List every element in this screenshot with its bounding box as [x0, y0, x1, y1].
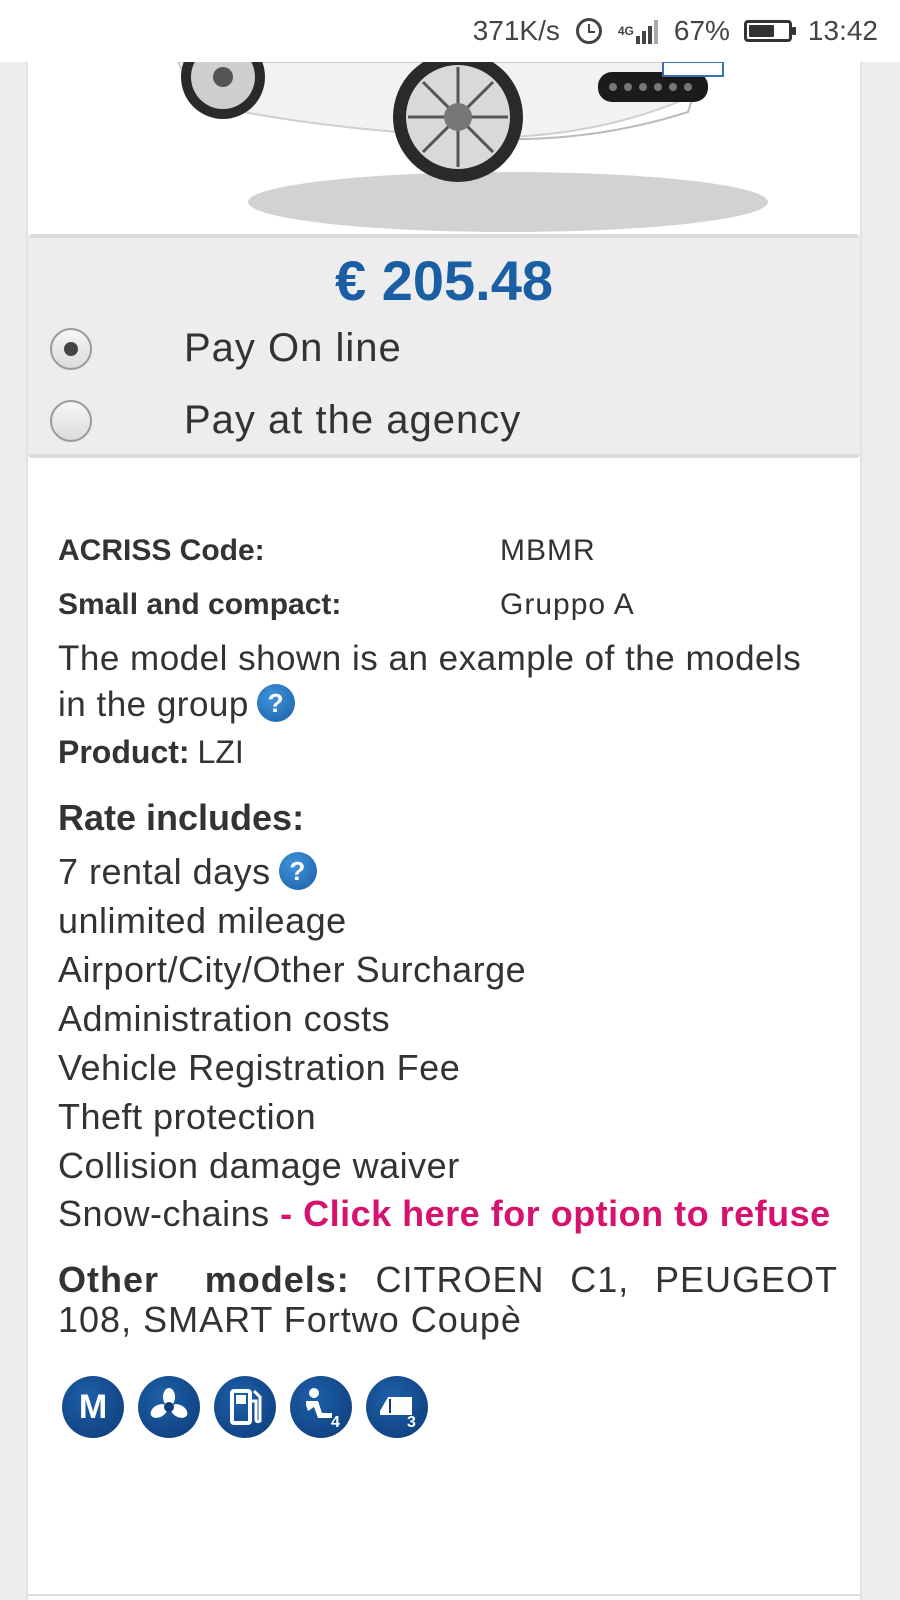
spec-row-group: Small and compact: Gruppo A [58, 578, 838, 632]
acriss-label: ACRISS Code: [58, 534, 265, 567]
rate-item: unlimited mileage [58, 900, 347, 941]
signal-icon: 4G [618, 18, 658, 44]
other-models: Other models: CITROEN C1, PEUGEOT 108, S… [58, 1260, 838, 1340]
payment-option-agency[interactable]: Pay at the agency [50, 398, 521, 443]
model-note-text: The model shown is an example of the mod… [58, 639, 802, 724]
offer-card: € 205.48 Pay On line Pay at the agency A… [26, 62, 862, 1600]
rate-item: Collision damage waiver [58, 1145, 460, 1186]
snow-chains-item: Snow-chains - Click here for option to r… [58, 1194, 838, 1234]
group-value: Gruppo A [500, 588, 635, 621]
refuse-snow-chains-link[interactable]: - Click here for option to refuse [280, 1193, 831, 1234]
rate-includes-list: 7 rental days? unlimited mileage Airport… [58, 847, 838, 1234]
seats-count: 4 [331, 1414, 340, 1429]
fuel-pump-icon [214, 1376, 276, 1438]
doors-3-icon: 3 [366, 1376, 428, 1438]
rental-days-item: 7 rental days? [58, 847, 838, 896]
air-conditioning-icon [138, 1376, 200, 1438]
rate-item: Administration costs [58, 998, 391, 1039]
rate-includes-title: Rate includes: [58, 797, 305, 838]
network-type: 4G [617, 24, 634, 38]
pay-agency-label[interactable]: Pay at the agency [184, 398, 521, 443]
total-price: € 205.48 [335, 249, 553, 312]
battery-percent: 67% [673, 15, 730, 46]
pay-agency-radio[interactable] [50, 399, 92, 442]
doors-count: 3 [407, 1414, 416, 1429]
rate-item: Airport/City/Other Surcharge [58, 949, 527, 990]
price-panel: € 205.48 Pay On line Pay at the agency [28, 234, 860, 458]
group-label: Small and compact: [58, 588, 342, 621]
rental-days-text: 7 rental days [58, 851, 271, 892]
divider [28, 1594, 860, 1596]
status-bar: 371K/s 4G 67% 13:42 [0, 0, 900, 62]
pay-online-radio[interactable] [50, 327, 92, 370]
acriss-value: MBMR [500, 534, 596, 567]
feature-icons: M 4 3 [62, 1376, 838, 1438]
payment-option-online[interactable]: Pay On line [50, 326, 402, 371]
spec-row-acriss: ACRISS Code: MBMR [58, 524, 838, 578]
manual-transmission-icon: M [62, 1376, 124, 1438]
clock: 13:42 [807, 15, 878, 46]
product-label: Product: [58, 734, 190, 770]
battery-icon [743, 20, 796, 42]
rate-item: Vehicle Registration Fee [58, 1047, 461, 1088]
model-note: The model shown is an example of the mod… [58, 636, 838, 728]
pay-online-label[interactable]: Pay On line [184, 326, 402, 371]
product-row: Product: LZI [58, 734, 838, 771]
seats-4-icon: 4 [290, 1376, 352, 1438]
help-icon[interactable]: ? [278, 852, 317, 890]
network-speed: 371K/s [472, 15, 560, 46]
rate-item: Theft protection [58, 1096, 317, 1137]
other-models-label: Other models: [58, 1259, 350, 1300]
alarm-icon [575, 18, 602, 44]
car-image [176, 62, 768, 232]
snow-chains-text: Snow-chains [58, 1193, 270, 1234]
help-icon[interactable]: ? [256, 684, 295, 722]
offer-details: ACRISS Code: MBMR Small and compact: Gru… [58, 524, 838, 1438]
product-value: LZI [197, 734, 244, 770]
